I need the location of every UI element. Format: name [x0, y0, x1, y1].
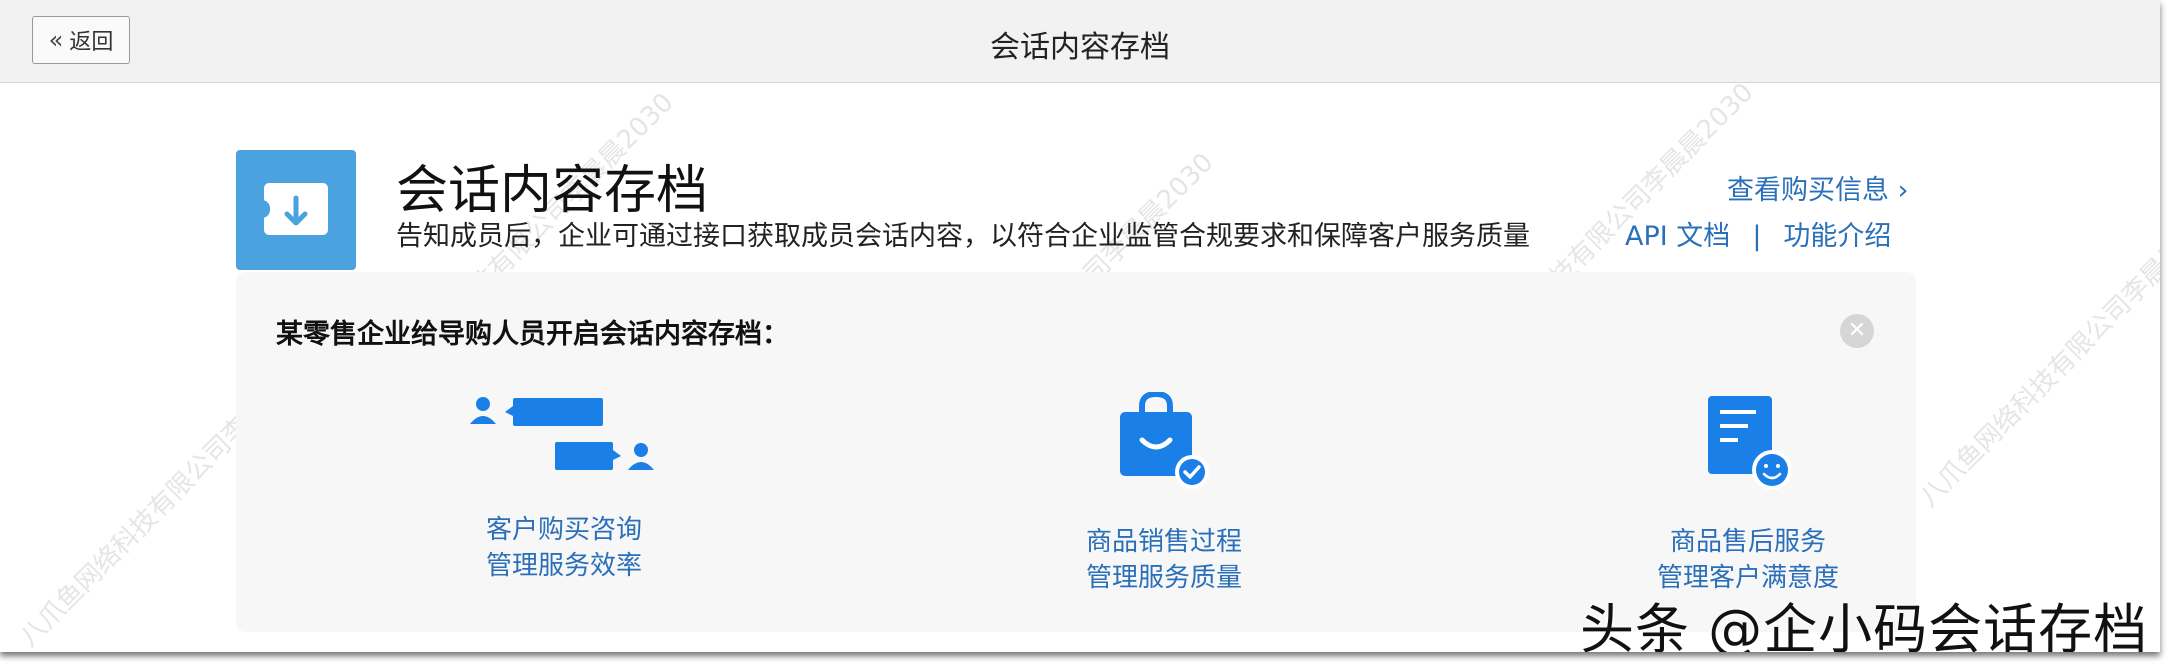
panel-heading: 某零售企业给导购人员开启会话内容存档：: [276, 319, 789, 350]
feature-description: 告知成员后，企业可通过接口获取成员会话内容，以符合企业监管合规要求和保障客户服务…: [396, 221, 1530, 252]
example-panel: 某零售企业给导购人员开启会话内容存档： ✕ 客户购买咨询 管理服务效率 商品销售…: [236, 272, 1916, 632]
archive-app-icon: [236, 150, 356, 270]
document-smile-icon: [1708, 396, 1792, 490]
close-icon[interactable]: ✕: [1840, 314, 1874, 348]
feature-item: 商品销售过程 管理服务质量: [1004, 392, 1324, 596]
feature-line-2: 管理服务效率: [485, 551, 642, 581]
feature-line-1: 商品销售过程: [1085, 527, 1242, 557]
window: « 返回 会话内容存档 八爪鱼网络科技有限公司李晨晨2030 八爪鱼网络科技有限…: [0, 0, 2160, 652]
feature-item: 客户购买咨询 管理服务效率: [404, 392, 724, 584]
watermark-text: 八爪鱼网络科技有限公司李晨晨2030: [1914, 187, 2160, 513]
feature-line-2: 管理服务质量: [1085, 563, 1242, 593]
feature-item: 商品售后服务 管理客户满意度: [1588, 392, 1908, 596]
view-purchase-info-link[interactable]: 查看购买信息 ›: [1727, 168, 1908, 207]
chat-users-icon: [470, 397, 654, 470]
link-separator: |: [1752, 221, 1762, 252]
feature-line-1: 商品售后服务: [1669, 527, 1826, 557]
shopping-bag-check-icon: [1120, 392, 1209, 489]
api-doc-link[interactable]: API 文档: [1625, 221, 1730, 252]
brand-watermark: 头条 @企小码会话存档: [1580, 598, 2149, 652]
top-bar: « 返回 会话内容存档: [0, 0, 2160, 83]
doc-links: API 文档 | 功能介绍: [1625, 214, 1891, 253]
page-title: 会话内容存档: [990, 30, 1170, 65]
feature-line-1: 客户购买咨询: [485, 515, 642, 545]
feature-title: 会话内容存档: [396, 161, 709, 221]
feature-intro-link[interactable]: 功能介绍: [1783, 221, 1891, 252]
download-arrow-icon: [284, 195, 308, 226]
